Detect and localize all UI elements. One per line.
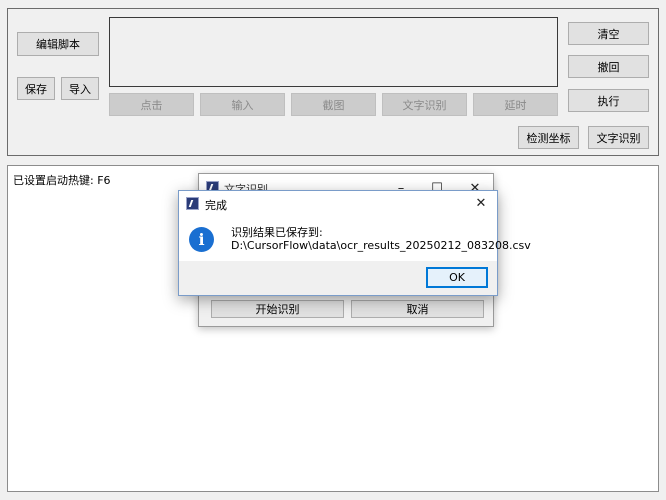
run-button[interactable]: 执行 xyxy=(568,89,649,112)
script-textarea[interactable] xyxy=(109,17,558,87)
import-button[interactable]: 导入 xyxy=(61,77,99,100)
start-ocr-button[interactable]: 开始识别 xyxy=(211,300,344,318)
edit-script-button[interactable]: 编辑脚本 xyxy=(17,32,99,56)
app-icon xyxy=(186,197,199,210)
message-box: 完成 ✕ i 识别结果已保存到: D:\CursorFlow\data\ocr_… xyxy=(178,190,531,296)
log-text: 已设置启动热键: F6 xyxy=(13,174,111,187)
ocr-button[interactable]: 文字识别 xyxy=(588,126,649,149)
input-action-button[interactable]: 输入 xyxy=(200,93,285,116)
message-line-2: D:\CursorFlow\data\ocr_results_20250212_… xyxy=(231,239,531,252)
detect-coordinates-button[interactable]: 检测坐标 xyxy=(518,126,579,149)
ok-button[interactable]: OK xyxy=(426,267,488,288)
clear-button[interactable]: 清空 xyxy=(568,22,649,45)
info-icon: i xyxy=(189,227,214,252)
delay-action-button[interactable]: 延时 xyxy=(473,93,558,116)
close-icon[interactable]: ✕ xyxy=(463,191,499,215)
message-box-footer: OK xyxy=(179,261,497,295)
save-button[interactable]: 保存 xyxy=(17,77,55,100)
message-text: 识别结果已保存到: D:\CursorFlow\data\ocr_results… xyxy=(231,226,531,252)
cancel-button[interactable]: 取消 xyxy=(351,300,484,318)
click-action-button[interactable]: 点击 xyxy=(109,93,194,116)
undo-button[interactable]: 撤回 xyxy=(568,55,649,78)
ocr-action-button[interactable]: 文字识别 xyxy=(382,93,467,116)
screenshot-action-button[interactable]: 截图 xyxy=(291,93,376,116)
message-box-title: 完成 xyxy=(205,199,227,212)
message-line-1: 识别结果已保存到: xyxy=(231,226,323,239)
